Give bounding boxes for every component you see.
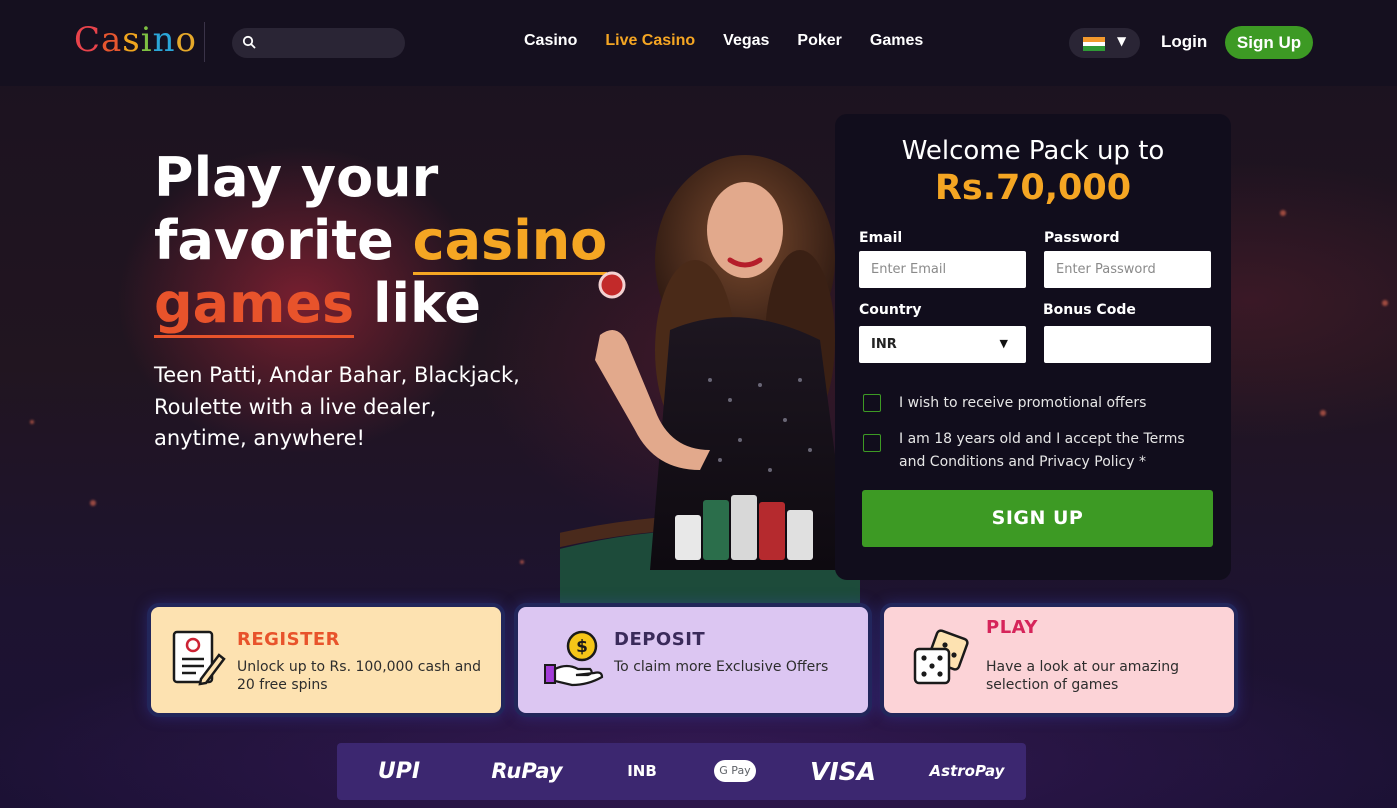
promo-offers-label: I wish to receive promotional offers xyxy=(899,395,1147,411)
step-title: REGISTER xyxy=(237,629,341,650)
svg-text:$: $ xyxy=(576,637,588,657)
step-description: To claim more Exclusive Offers xyxy=(614,658,864,676)
hero-subtitle-line: Roulette with a live dealer, xyxy=(154,394,437,419)
search-input[interactable] xyxy=(232,28,405,58)
chevron-down-icon: ▼ xyxy=(1117,34,1127,48)
site-logo[interactable]: Casino xyxy=(74,20,197,60)
promo-offers-checkbox[interactable] xyxy=(863,394,881,412)
register-form-icon xyxy=(172,630,226,686)
upi-logo: UPI xyxy=(377,759,421,784)
nav-games[interactable]: Games xyxy=(870,32,923,50)
hero-title-text: favorite xyxy=(154,209,413,272)
bonus-code-field[interactable] xyxy=(1044,326,1211,363)
nav-live-casino[interactable]: Live Casino xyxy=(605,32,695,50)
step-card-deposit[interactable]: $ DEPOSIT To claim more Exclusive Offers xyxy=(518,607,868,713)
visa-logo: VISA xyxy=(809,757,876,786)
logo-letter: C xyxy=(74,20,102,60)
search-icon xyxy=(242,35,256,49)
step-description-line: Have a look at our amazing xyxy=(986,659,1180,675)
astropay-logo: AstroPay xyxy=(929,762,1005,780)
nav-casino[interactable]: Casino xyxy=(524,32,577,50)
india-flag-icon xyxy=(1083,37,1105,51)
welcome-bonus-amount: Rs.70,000 xyxy=(934,168,1132,208)
hero-subtitle-line: anytime, anywhere! xyxy=(154,426,365,450)
logo-letter: o xyxy=(175,20,198,60)
nav-poker[interactable]: Poker xyxy=(797,32,841,50)
deposit-coin-hand-icon: $ xyxy=(544,630,604,687)
hero-title-highlight: games xyxy=(154,272,355,338)
bokeh-light xyxy=(520,560,524,564)
country-select-value: INR xyxy=(871,337,897,352)
country-label: Country xyxy=(859,302,922,318)
inb-logo: INB xyxy=(627,762,657,780)
top-header: Casino Casino Live Casino Vegas Poker Ga… xyxy=(0,0,1397,86)
hero-title-text: like xyxy=(354,272,482,335)
email-label: Email xyxy=(859,230,903,246)
logo-letter: i xyxy=(140,20,153,60)
bokeh-light xyxy=(30,420,34,424)
bokeh-light xyxy=(1382,300,1388,306)
signup-form-title: Welcome Pack up to xyxy=(901,136,1165,166)
step-card-play[interactable]: PLAY Have a look at our amazing selectio… xyxy=(884,607,1234,713)
terms-label: I am 18 years old and I accept the Terms… xyxy=(899,428,1185,473)
dice-icon xyxy=(913,629,969,685)
email-field[interactable] xyxy=(859,251,1026,288)
chevron-down-icon: ▼ xyxy=(999,337,1008,350)
step-description-line: 20 free spins xyxy=(237,677,328,693)
country-select[interactable]: INR ▼ xyxy=(859,326,1026,363)
hero-subtitle-line: Teen Patti, Andar Bahar, Blackjack, xyxy=(154,363,520,387)
step-description-line: To claim more Exclusive Offers xyxy=(614,659,829,675)
bokeh-light xyxy=(1280,210,1286,216)
language-selector[interactable]: ▼ xyxy=(1069,28,1140,58)
step-description-line: Unlock up to Rs. 100,000 cash and xyxy=(237,659,482,675)
main-nav: Casino Live Casino Vegas Poker Games xyxy=(524,32,951,50)
step-card-register[interactable]: REGISTER Unlock up to Rs. 100,000 cash a… xyxy=(151,607,501,713)
logo-letter: a xyxy=(101,20,123,60)
hero-subtitle: Teen Patti, Andar Bahar, Blackjack, Roul… xyxy=(154,360,554,455)
logo-letter: s xyxy=(122,20,141,60)
casino-chip xyxy=(598,271,626,299)
bonus-code-label: Bonus Code xyxy=(1043,302,1136,318)
header-signup-button[interactable]: Sign Up xyxy=(1225,26,1313,59)
login-link[interactable]: Login xyxy=(1161,32,1207,52)
bokeh-light xyxy=(1320,410,1326,416)
rupay-logo: RuPay xyxy=(491,759,563,783)
payment-methods-bar: UPI RuPay INB G Pay VISA AstroPay xyxy=(337,743,1026,800)
logo-divider xyxy=(204,22,205,62)
logo-letter: n xyxy=(152,20,176,60)
dealer-image xyxy=(560,155,860,610)
google-pay-logo: G Pay xyxy=(714,760,756,782)
step-description: Have a look at our amazing selection of … xyxy=(986,658,1236,694)
terms-label-line: I am 18 years old and I accept the Terms xyxy=(899,431,1185,447)
step-title: PLAY xyxy=(986,617,1038,638)
step-description-line: selection of games xyxy=(986,677,1119,693)
signup-submit-button[interactable]: SIGN UP xyxy=(862,490,1213,547)
step-description: Unlock up to Rs. 100,000 cash and 20 fre… xyxy=(237,658,487,694)
password-field[interactable] xyxy=(1044,251,1211,288)
bokeh-light xyxy=(90,500,96,506)
password-label: Password xyxy=(1044,230,1120,246)
terms-checkbox[interactable] xyxy=(863,434,881,452)
terms-label-line: and Conditions and Privacy Policy * xyxy=(899,453,1146,470)
step-title: DEPOSIT xyxy=(614,629,706,650)
nav-vegas[interactable]: Vegas xyxy=(723,32,769,50)
signup-form: Welcome Pack up to Rs.70,000 Email Passw… xyxy=(835,114,1231,580)
